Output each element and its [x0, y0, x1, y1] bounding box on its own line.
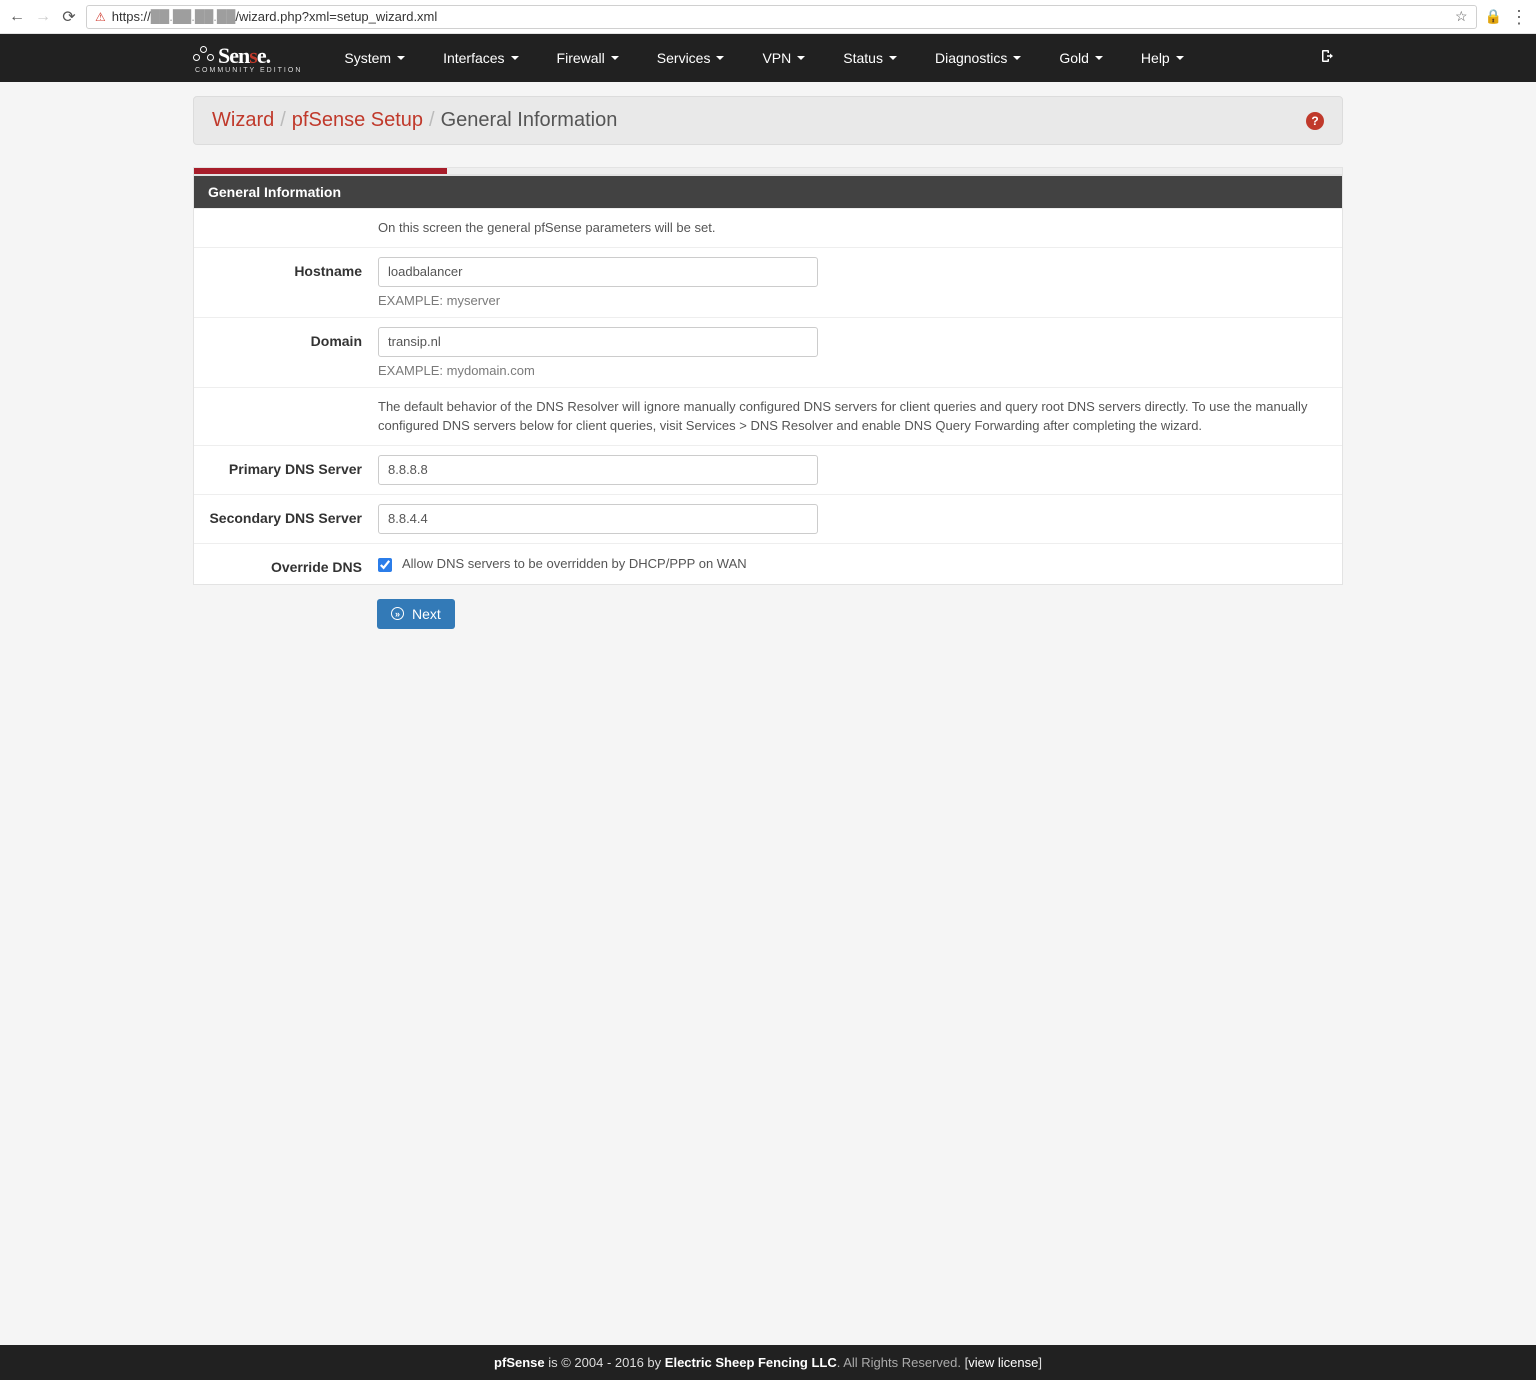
crumb-sep: / — [280, 109, 286, 132]
override-help: Allow DNS servers to be overridden by DH… — [402, 554, 747, 574]
page-footer: pfSense is © 2004 - 2016 by Electric She… — [0, 1345, 1536, 1380]
dns2-input[interactable] — [378, 504, 818, 534]
chevron-down-icon — [716, 56, 724, 60]
browser-toolbar: ← → ⟳ ⚠ https://██.██.██.██/wizard.php?x… — [0, 0, 1536, 34]
chevron-down-icon — [397, 56, 405, 60]
nav-help[interactable]: Help — [1127, 34, 1198, 82]
chevron-down-icon — [611, 56, 619, 60]
footer-company: Electric Sheep Fencing LLC — [665, 1355, 837, 1370]
hostname-label: Hostname — [208, 257, 378, 308]
nav-status[interactable]: Status — [829, 34, 911, 82]
nav-firewall[interactable]: Firewall — [543, 34, 633, 82]
domain-help: EXAMPLE: mydomain.com — [378, 363, 1328, 378]
wizard-progress — [193, 167, 1343, 175]
dns-info: The default behavior of the DNS Resolver… — [378, 397, 1328, 436]
reload-button[interactable]: ⟳ — [60, 8, 78, 26]
general-information-panel: General Information On this screen the g… — [193, 175, 1343, 585]
breadcrumb: Wizard / pfSense Setup / General Informa… — [193, 96, 1343, 145]
nav-interfaces[interactable]: Interfaces — [429, 34, 532, 82]
panel-intro: On this screen the general pfSense param… — [378, 218, 1328, 238]
dns1-input[interactable] — [378, 455, 818, 485]
insecure-icon: ⚠ — [95, 10, 106, 24]
nav-gold[interactable]: Gold — [1045, 34, 1117, 82]
back-button[interactable]: ← — [8, 8, 26, 26]
logo-icon — [193, 48, 215, 64]
view-license-link[interactable]: view license — [968, 1355, 1038, 1370]
brand-subtitle: COMMUNITY EDITION — [195, 67, 302, 74]
chevron-down-icon — [511, 56, 519, 60]
next-button-label: Next — [412, 606, 441, 622]
chevron-down-icon — [797, 56, 805, 60]
top-navigation: Sense. COMMUNITY EDITION System Interfac… — [0, 34, 1536, 82]
address-bar[interactable]: ⚠ https://██.██.██.██/wizard.php?xml=set… — [86, 5, 1477, 29]
hostname-help: EXAMPLE: myserver — [378, 293, 1328, 308]
url-text: https://██.██.██.██/wizard.php?xml=setup… — [112, 9, 1449, 24]
next-button[interactable]: » Next — [377, 599, 455, 629]
chevron-down-icon — [1013, 56, 1021, 60]
logout-icon[interactable] — [1307, 48, 1343, 69]
double-chevron-icon: » — [391, 607, 404, 620]
crumb-current: General Information — [441, 109, 618, 132]
domain-input[interactable] — [378, 327, 818, 357]
help-icon[interactable]: ? — [1306, 112, 1324, 130]
panel-title: General Information — [194, 176, 1342, 208]
nav-diagnostics[interactable]: Diagnostics — [921, 34, 1035, 82]
bookmark-icon[interactable]: ☆ — [1455, 8, 1468, 25]
nav-system[interactable]: System — [330, 34, 419, 82]
domain-label: Domain — [208, 327, 378, 378]
dns1-label: Primary DNS Server — [208, 455, 378, 485]
brand-logo[interactable]: Sense. COMMUNITY EDITION — [193, 43, 302, 74]
chevron-down-icon — [1176, 56, 1184, 60]
extension-icon[interactable]: 🔒 — [1485, 8, 1502, 25]
nav-services[interactable]: Services — [643, 34, 739, 82]
nav-vpn[interactable]: VPN — [748, 34, 819, 82]
dns2-label: Secondary DNS Server — [208, 504, 378, 534]
crumb-setup[interactable]: pfSense Setup — [292, 109, 423, 132]
crumb-wizard[interactable]: Wizard — [212, 109, 274, 132]
forward-button: → — [34, 8, 52, 26]
brand-word: Sense. — [218, 43, 270, 69]
hostname-input[interactable] — [378, 257, 818, 287]
wizard-progress-fill — [194, 168, 447, 174]
chevron-down-icon — [1095, 56, 1103, 60]
chevron-down-icon — [889, 56, 897, 60]
override-label: Override DNS — [208, 553, 378, 575]
footer-brand: pfSense — [494, 1355, 545, 1370]
override-dns-checkbox[interactable] — [378, 558, 392, 572]
crumb-sep: / — [429, 109, 435, 132]
